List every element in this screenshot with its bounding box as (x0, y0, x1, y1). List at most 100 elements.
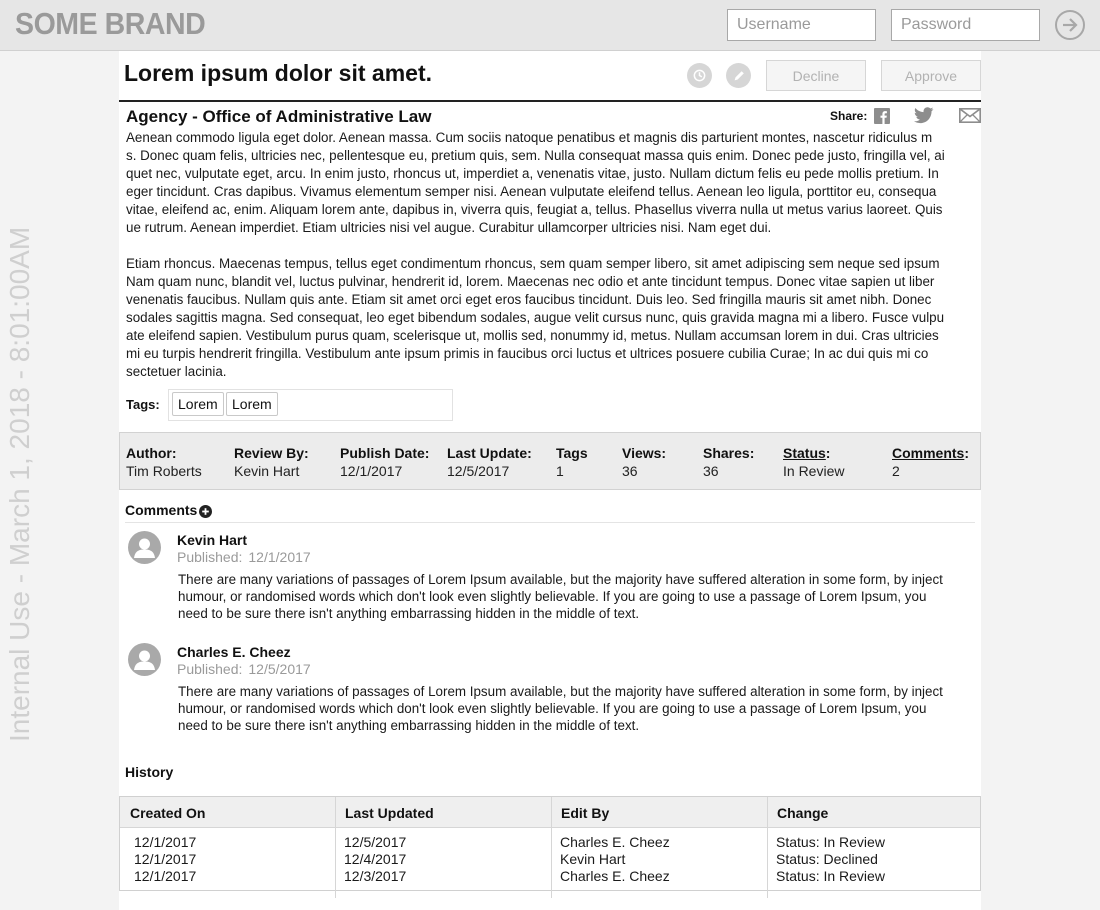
table-cell: Status: In Review (776, 868, 885, 884)
password-input[interactable] (891, 9, 1040, 41)
comment-date: Published: 12/1/2017 (177, 549, 311, 565)
text-line: humour, or randomised words which don't … (178, 589, 927, 604)
article-meta: Author: Tim Roberts Review By: Kevin Har… (119, 432, 981, 490)
comments-heading: Comments (125, 502, 198, 518)
column-header[interactable]: Created On (130, 805, 205, 821)
envelope-icon (959, 108, 981, 123)
login-submit-button[interactable] (1055, 10, 1085, 40)
meta-value: Tim Roberts (126, 463, 202, 479)
meta-value: 36 (622, 463, 638, 479)
share-label: Share: (830, 109, 868, 123)
published-date: 12/5/2017 (248, 661, 311, 677)
meta-value: Kevin Hart (234, 463, 300, 479)
text-line: eger tincidunt. Cras dapibus. Vivamus el… (126, 184, 937, 199)
history-heading: History (125, 764, 174, 780)
history-icon (693, 69, 706, 82)
tag-chip[interactable]: Lorem (172, 392, 224, 416)
table-cell: 12/3/2017 (344, 868, 407, 884)
twitter-share-button[interactable] (914, 107, 934, 129)
table-cell: Charles E. Cheez (560, 834, 670, 850)
meta-colon: : (964, 445, 970, 461)
column-header[interactable]: Edit By (561, 805, 609, 821)
add-comment-button[interactable] (199, 505, 212, 518)
column-header[interactable]: Last Updated (345, 805, 434, 821)
column-divider (551, 797, 552, 898)
text-line: ate eleifend sapien. Vestibulum purus qu… (126, 328, 939, 343)
meta-label: Author: (126, 445, 177, 461)
text-line: Nam quam nunc, blandit vel, luctus pulvi… (126, 274, 935, 289)
table-cell: Kevin Hart (560, 851, 626, 867)
meta-label: Shares: (703, 445, 755, 461)
plus-icon (202, 508, 209, 515)
meta-review-by: Review By: Kevin Hart (234, 445, 309, 479)
text-line: venenatis faucibus. Nullam quis ante. Et… (126, 292, 932, 307)
table-cell: 12/1/2017 (134, 868, 197, 884)
table-cell: 12/1/2017 (134, 834, 197, 850)
text-line: quet nec, vulputate eget, arcu. In enim … (126, 166, 939, 181)
meta-author: Author: Tim Roberts (126, 445, 202, 479)
history-button[interactable] (687, 63, 712, 88)
article-card: Lorem ipsum dolor sit amet. Decline Appr… (119, 51, 981, 910)
text-line: need to be sure there isn't anything emb… (178, 606, 640, 621)
published-date: 12/1/2017 (248, 549, 311, 565)
comment-body: There are many variations of passages of… (178, 683, 988, 734)
arrow-right-icon (1063, 18, 1078, 32)
avatar (128, 643, 161, 676)
column-divider (335, 797, 336, 898)
email-share-button[interactable] (959, 108, 981, 128)
avatar (128, 531, 161, 564)
facebook-share-button[interactable] (874, 108, 890, 129)
decline-button[interactable]: Decline (766, 60, 866, 91)
internal-use-watermark: Internal Use - March 1, 2018 - 8:01:00AM (4, 226, 35, 742)
meta-label: Review By: (234, 445, 309, 461)
text-line: sodales sagittis magna. Sed consequat, l… (126, 310, 945, 325)
meta-comments: Comments: 2 (892, 445, 969, 479)
published-label: Published: (177, 549, 243, 565)
comment-date: Published: 12/5/2017 (177, 661, 311, 677)
facebook-icon (874, 108, 890, 124)
meta-tags: Tags 1 (556, 445, 588, 479)
approve-button[interactable]: Approve (881, 60, 981, 91)
text-line: There are many variations of passages of… (178, 572, 943, 587)
meta-views: Views: 36 (622, 445, 666, 479)
meta-last-update: Last Update: 12/5/2017 (447, 445, 532, 479)
meta-shares: Shares: 36 (703, 445, 754, 479)
meta-value: 36 (703, 463, 719, 479)
article-paragraph-1: Aenean commodo ligula eget dolor. Aenean… (126, 129, 986, 237)
column-divider (767, 797, 768, 898)
tag-chip[interactable]: Lorem (226, 392, 278, 416)
page-title: Lorem ipsum dolor sit amet. (124, 60, 432, 86)
tags-label: Tags: (126, 397, 160, 412)
title-divider (119, 100, 981, 102)
text-line: Aenean commodo ligula eget dolor. Aenean… (126, 130, 933, 145)
pencil-icon (734, 70, 744, 80)
username-input[interactable] (727, 9, 876, 41)
history-table-header: Created On Last Updated Edit By Change (120, 797, 980, 828)
text-line: s. Donec quam felis, ultricies nec, pell… (126, 148, 945, 163)
text-line: mi eu turpis hendrerit fringilla. Vestib… (126, 346, 929, 361)
text-line: need to be sure there isn't anything emb… (178, 718, 640, 733)
table-cell: Status: In Review (776, 834, 885, 850)
agency-heading: Agency - Office of Administrative Law (126, 107, 432, 126)
meta-label: Last Update: (447, 445, 532, 461)
meta-colon: : (825, 445, 831, 461)
user-icon (134, 538, 155, 558)
meta-label: Tags (556, 445, 588, 461)
comments-link[interactable]: Comments (892, 445, 964, 461)
comments-divider (125, 522, 975, 523)
published-label: Published: (177, 661, 243, 677)
text-line: There are many variations of passages of… (178, 684, 943, 699)
comment-author: Charles E. Cheez (177, 644, 291, 660)
meta-status: Status: In Review (783, 445, 844, 479)
edit-button[interactable] (726, 63, 751, 88)
text-line: sectetuer lacinia. (126, 364, 227, 379)
meta-value: 12/1/2017 (340, 463, 403, 479)
meta-value: 1 (556, 463, 564, 479)
column-header[interactable]: Change (777, 805, 828, 821)
status-link[interactable]: Status (783, 445, 826, 461)
table-cell: Status: Declined (776, 851, 878, 867)
brand-logo[interactable]: SOME BRAND (15, 6, 206, 42)
comments-count: 2 (892, 463, 900, 479)
text-line: ue rutrum. Aenean imperdiet. Etiam ultri… (126, 220, 772, 235)
comment-body: There are many variations of passages of… (178, 571, 988, 622)
